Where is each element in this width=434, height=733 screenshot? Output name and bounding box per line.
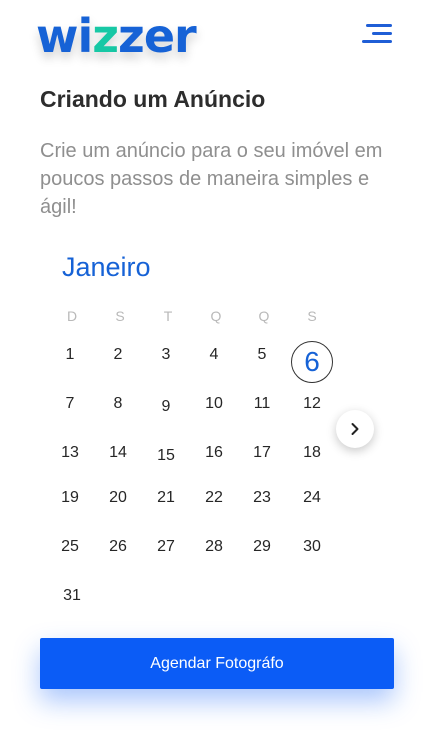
calendar-day[interactable]: 5 xyxy=(242,340,282,370)
next-month-button[interactable] xyxy=(336,410,374,448)
calendar-month-label: Janeiro xyxy=(62,252,151,282)
weekday-label: D xyxy=(66,308,78,324)
calendar-day[interactable]: 1 xyxy=(50,340,90,370)
calendar-day[interactable]: 19 xyxy=(50,483,90,513)
weekday-label: Q xyxy=(210,308,222,324)
menu-bar-middle xyxy=(372,32,392,35)
calendar-day[interactable]: 24 xyxy=(292,483,332,513)
calendar-day[interactable]: 3 xyxy=(146,340,186,370)
weekday-label: S xyxy=(307,308,317,324)
calendar-day[interactable]: 29 xyxy=(242,532,282,562)
calendar-day[interactable]: 15 xyxy=(146,441,186,471)
calendar-day[interactable]: 31 xyxy=(52,581,92,611)
logo-text-part3: zer xyxy=(118,9,197,63)
calendar-day[interactable]: 25 xyxy=(50,532,90,562)
calendar-day[interactable]: 21 xyxy=(146,483,186,513)
calendar-day[interactable]: 30 xyxy=(292,532,332,562)
calendar-day[interactable]: 7 xyxy=(50,389,90,419)
calendar-day[interactable]: 4 xyxy=(194,340,234,370)
calendar-day[interactable]: 9 xyxy=(146,392,186,422)
calendar-day[interactable]: 28 xyxy=(194,532,234,562)
weekday-label: S xyxy=(115,308,125,324)
calendar-day[interactable]: 20 xyxy=(98,483,138,513)
calendar-day[interactable]: 17 xyxy=(242,438,282,468)
calendar-day[interactable]: 13 xyxy=(50,438,90,468)
schedule-photographer-button[interactable]: Agendar Fotográfo xyxy=(40,638,394,689)
calendar-day[interactable]: 11 xyxy=(242,389,282,419)
menu-bar-top xyxy=(366,24,392,27)
calendar-day[interactable]: 18 xyxy=(292,438,332,468)
calendar-day[interactable]: 2 xyxy=(98,340,138,370)
calendar-day[interactable]: 16 xyxy=(194,438,234,468)
calendar-day[interactable]: 12 xyxy=(292,389,332,419)
logo-text-part1: wi xyxy=(36,9,93,63)
calendar-day[interactable]: 27 xyxy=(146,532,186,562)
weekday-label: Q xyxy=(258,308,270,324)
calendar-day-selected[interactable]: 6 xyxy=(291,341,333,383)
menu-bar-bottom xyxy=(362,40,392,43)
wizzer-logo: wizzer xyxy=(36,9,197,63)
calendar-day[interactable]: 14 xyxy=(98,438,138,468)
weekday-label: T xyxy=(163,308,173,324)
hamburger-menu-icon[interactable] xyxy=(358,20,392,48)
chevron-right-icon xyxy=(351,423,359,435)
page-title: Criando um Anúncio xyxy=(40,86,266,112)
calendar-day[interactable]: 22 xyxy=(194,483,234,513)
calendar-day[interactable]: 23 xyxy=(242,483,282,513)
logo-text-part2: z xyxy=(92,9,119,63)
calendar-day[interactable]: 8 xyxy=(98,389,138,419)
calendar-day[interactable]: 10 xyxy=(194,389,234,419)
page-description: Crie um anúncio para o seu imóvel em pou… xyxy=(40,140,383,218)
calendar-day[interactable]: 26 xyxy=(98,532,138,562)
